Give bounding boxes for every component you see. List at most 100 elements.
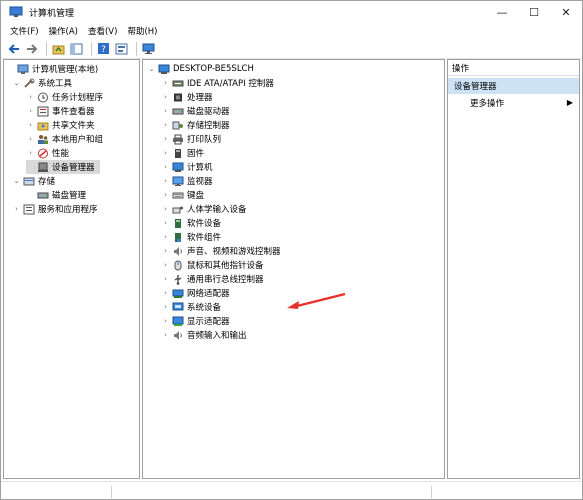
tree-item-device-manager[interactable]: 设备管理器	[26, 160, 100, 174]
actions-header: 操作	[448, 60, 579, 76]
device-category-item[interactable]: › 监视器	[161, 174, 213, 188]
tree-item-label: 存储	[38, 177, 56, 187]
chevron-right-icon[interactable]: ›	[161, 233, 170, 242]
device-category-item[interactable]: › 通用串行总线控制器	[161, 272, 264, 286]
svg-text:?: ?	[101, 45, 106, 55]
device-category-item[interactable]: › 软件设备	[161, 216, 221, 230]
menu-help[interactable]: 帮助(H)	[122, 25, 162, 37]
chevron-right-icon[interactable]: ›	[161, 191, 170, 200]
chevron-down-icon[interactable]: ⌄	[12, 177, 21, 186]
device-category-item[interactable]: › 存储控制器	[161, 118, 230, 132]
shared-folder-icon	[37, 122, 49, 130]
menu-bar: 文件(F) 操作(A) 查看(V) 帮助(H)	[1, 23, 582, 39]
device-category-item[interactable]: › 人体学输入设备	[161, 202, 247, 216]
tree-item-event-viewer[interactable]: › 事件查看器	[26, 104, 95, 118]
device-category-item[interactable]: › 固件	[161, 146, 204, 160]
device-category-item[interactable]: › IDE ATA/ATAPI 控制器	[161, 76, 274, 90]
chevron-right-icon[interactable]: ›	[26, 121, 35, 130]
device-category-item[interactable]: › 磁盘驱动器	[161, 104, 229, 118]
computer-management-app-icon	[9, 6, 23, 17]
more-actions[interactable]: 更多操作 ▶	[448, 95, 579, 111]
tree-item-local-users-groups[interactable]: › 本地用户和组	[26, 132, 103, 146]
chevron-right-icon[interactable]: ›	[161, 289, 170, 298]
maximize-button[interactable]: ☐	[518, 1, 550, 23]
tree-item-computer-management[interactable]: 计算机管理(本地)	[6, 62, 98, 76]
forward-button[interactable]	[24, 41, 39, 56]
chevron-right-icon[interactable]: ›	[161, 79, 170, 88]
tree-item-storage[interactable]: ⌄ 存储	[12, 174, 55, 188]
users-icon	[38, 134, 48, 144]
disk-management-icon	[37, 192, 49, 198]
chevron-down-icon[interactable]: ⌄	[12, 79, 21, 88]
tree-item-shared-folders[interactable]: › 共享文件夹	[26, 118, 94, 132]
tree-item-task-scheduler[interactable]: › 任务计划程序	[26, 90, 103, 104]
tree-item-performance[interactable]: › 性能	[26, 146, 69, 160]
chevron-right-icon[interactable]: ›	[161, 163, 170, 172]
show-hide-tree-button[interactable]	[69, 41, 84, 56]
help-button[interactable]: ?	[96, 41, 111, 56]
tree-item-label: 计算机管理(本地)	[32, 65, 99, 75]
chevron-right-icon[interactable]: ›	[161, 219, 170, 228]
device-category-item[interactable]: › 软件组件	[161, 230, 221, 244]
chevron-right-icon[interactable]: ›	[161, 121, 170, 130]
submenu-arrow-icon: ▶	[566, 98, 573, 107]
ide-controller-icon	[172, 80, 184, 86]
software-device-icon	[175, 218, 181, 228]
monitor-icon	[172, 176, 184, 186]
mouse-icon	[174, 260, 182, 270]
chevron-right-icon[interactable]: ›	[161, 331, 170, 340]
title-bar: 计算机管理 — ☐ ✕	[1, 1, 582, 23]
chevron-right-icon[interactable]: ›	[12, 205, 21, 214]
chevron-right-icon[interactable]: ›	[161, 205, 170, 214]
device-category-item[interactable]: › 打印队列	[161, 132, 221, 146]
device-category-item[interactable]: › 键盘	[161, 188, 204, 202]
tree-item-disk-management[interactable]: 磁盘管理	[26, 188, 86, 202]
device-category-label: 软件设备	[187, 219, 222, 229]
chevron-right-icon[interactable]: ›	[161, 247, 170, 256]
chevron-right-icon[interactable]: ›	[161, 275, 170, 284]
device-category-item[interactable]: › 网络适配器	[161, 286, 230, 300]
chevron-right-icon[interactable]: ›	[161, 93, 170, 102]
back-button[interactable]	[6, 41, 21, 56]
toolbar: ?	[1, 39, 582, 59]
chevron-right-icon[interactable]: ›	[26, 93, 35, 102]
chevron-right-icon[interactable]: ›	[161, 177, 170, 186]
chevron-right-icon[interactable]: ›	[161, 261, 170, 270]
device-category-item[interactable]: › 声音、视频和游戏控制器	[161, 244, 281, 258]
device-category-label: 声音、视频和游戏控制器	[187, 247, 281, 257]
status-bar-divider	[431, 486, 432, 498]
chevron-right-icon[interactable]: ›	[161, 317, 170, 326]
tree-item-label: 任务计划程序	[52, 93, 104, 103]
chevron-right-icon[interactable]: ›	[26, 135, 35, 144]
chevron-right-icon[interactable]: ›	[161, 135, 170, 144]
forward-arrow-icon	[26, 43, 37, 54]
network-adapter-icon	[172, 289, 184, 298]
chevron-right-icon[interactable]: ›	[161, 149, 170, 158]
actions-device-manager[interactable]: 设备管理器	[448, 78, 579, 94]
up-one-level-button[interactable]	[51, 41, 66, 56]
sound-icon	[174, 246, 182, 256]
device-category-item[interactable]: › 计算机	[161, 160, 213, 174]
chevron-right-icon[interactable]: ›	[26, 149, 35, 158]
display-button[interactable]	[141, 41, 156, 56]
close-button[interactable]: ✕	[550, 1, 582, 23]
device-category-item[interactable]: › 音频输入和输出	[161, 328, 247, 342]
window-title: 计算机管理	[29, 8, 75, 19]
chevron-down-icon[interactable]: ⌄	[147, 65, 156, 74]
menu-file[interactable]: 文件(F)	[5, 25, 44, 37]
menu-action[interactable]: 操作(A)	[44, 25, 83, 37]
device-category-label: 人体学输入设备	[187, 205, 247, 215]
device-category-item[interactable]: › 系统设备	[161, 300, 221, 314]
tree-item-services-applications[interactable]: › 服务和应用程序	[12, 202, 98, 216]
device-category-item[interactable]: › 鼠标和其他指针设备	[161, 258, 264, 272]
chevron-right-icon[interactable]: ›	[161, 107, 170, 116]
minimize-button[interactable]: —	[486, 1, 518, 23]
chevron-right-icon[interactable]: ›	[161, 303, 170, 312]
tree-item-system-tools[interactable]: ⌄ 系统工具	[12, 76, 72, 90]
chevron-right-icon[interactable]: ›	[26, 107, 35, 116]
properties-button[interactable]	[114, 41, 129, 56]
device-category-item[interactable]: › 处理器	[161, 90, 213, 104]
device-category-item[interactable]: › 显示适配器	[161, 314, 230, 328]
device-tree-root[interactable]: ⌄ DESKTOP-BE5SLCH	[147, 62, 254, 76]
menu-view[interactable]: 查看(V)	[83, 25, 122, 37]
